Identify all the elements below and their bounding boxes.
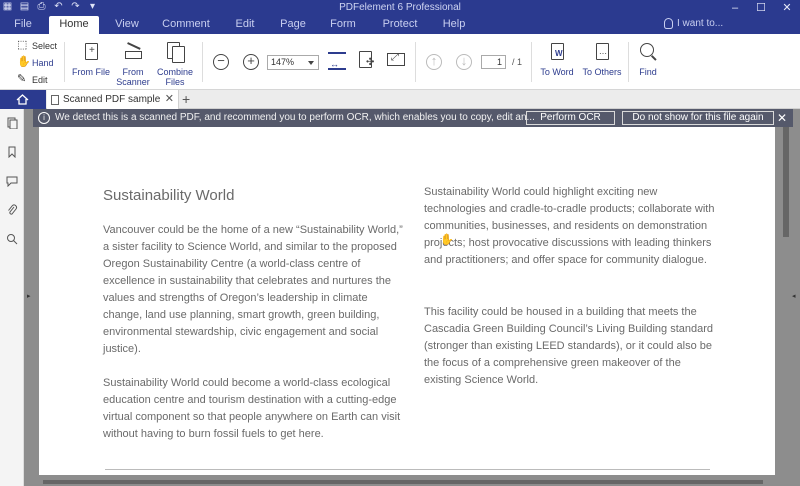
right-paragraph-1: Sustainability World could highlight exc… bbox=[424, 186, 715, 266]
ocr-notice-text: We detect this is a scanned PDF, and rec… bbox=[55, 112, 535, 123]
export-document-icon: ⋯ bbox=[591, 42, 613, 64]
fit-width-button[interactable]: ↔ bbox=[326, 50, 348, 75]
document-title: Sustainability World bbox=[103, 187, 235, 204]
zoom-in-button[interactable]: + bbox=[243, 54, 259, 70]
tab-page[interactable]: Page bbox=[276, 16, 310, 34]
page-number-input[interactable]: 1 bbox=[481, 55, 506, 69]
hand-cursor-icon: ✋ bbox=[440, 234, 454, 246]
to-others-label: To Others bbox=[582, 67, 622, 77]
search-panel-icon[interactable] bbox=[6, 233, 18, 245]
to-word-button[interactable]: W To Word bbox=[536, 42, 578, 77]
left-paragraph-2: Sustainability World could become a worl… bbox=[103, 377, 401, 440]
page-total: / 1 bbox=[512, 57, 523, 67]
pdf-file-icon bbox=[51, 95, 59, 105]
ribbon-divider bbox=[64, 42, 65, 82]
next-page-button[interactable]: ↓ bbox=[456, 54, 472, 70]
fit-page-icon: ✣ bbox=[355, 50, 377, 72]
tell-me-label: I want to... bbox=[677, 18, 724, 29]
tab-edit[interactable]: Edit bbox=[228, 16, 262, 34]
close-window-icon[interactable]: ✕ bbox=[774, 0, 800, 16]
find-label: Find bbox=[639, 67, 657, 77]
hand-mode-button[interactable]: ✋ Hand bbox=[17, 57, 54, 68]
tell-me-search[interactable]: I want to... bbox=[664, 18, 723, 29]
to-word-label: To Word bbox=[540, 67, 574, 77]
maximize-icon[interactable]: ☐ bbox=[748, 0, 774, 16]
new-file-icon: + bbox=[80, 42, 102, 64]
fit-width-icon: ↔ bbox=[326, 50, 348, 72]
home-icon bbox=[16, 94, 29, 105]
from-file-button[interactable]: + From File bbox=[71, 42, 111, 77]
expand-right-panel-icon[interactable]: ◂ bbox=[792, 292, 796, 300]
perform-ocr-button[interactable]: Perform OCR bbox=[526, 111, 615, 125]
tab-home[interactable]: Home bbox=[49, 16, 99, 34]
full-screen-icon: ⤢ bbox=[385, 50, 407, 72]
zoom-select[interactable]: 147% bbox=[267, 55, 319, 70]
close-notice-icon[interactable]: ✕ bbox=[777, 109, 787, 127]
page-divider-line bbox=[105, 469, 710, 470]
horizontal-scrollbar[interactable] bbox=[43, 480, 763, 484]
full-screen-button[interactable]: ⤢ bbox=[385, 50, 407, 75]
tab-view[interactable]: View bbox=[108, 16, 146, 34]
vertical-scrollbar[interactable] bbox=[783, 127, 789, 237]
minimize-icon[interactable]: – bbox=[722, 0, 748, 16]
hand-icon: ✋ bbox=[17, 56, 31, 68]
edit-label: Edit bbox=[32, 74, 48, 85]
thumbnails-icon[interactable] bbox=[6, 117, 18, 129]
ribbon-divider bbox=[628, 42, 629, 82]
info-icon: i bbox=[38, 112, 50, 124]
select-label: Select bbox=[32, 40, 58, 51]
tab-file[interactable]: File bbox=[6, 16, 40, 34]
scanner-icon bbox=[122, 42, 144, 64]
hand-label: Hand bbox=[32, 57, 54, 68]
combine-files-button[interactable]: Combine Files bbox=[156, 42, 194, 87]
home-tab[interactable] bbox=[0, 90, 46, 109]
comments-icon[interactable] bbox=[6, 175, 18, 187]
title-bar: ▦ ▤ ⎙ ↶ ↷ ▾ PDFelement 6 Professional – … bbox=[0, 0, 800, 16]
combine-files-label: Combine Files bbox=[156, 67, 194, 87]
left-paragraph-1: Vancouver could be the home of a new “Su… bbox=[103, 224, 403, 355]
tab-protect[interactable]: Protect bbox=[378, 16, 422, 34]
window-controls: – ☐ ✕ bbox=[722, 0, 800, 16]
lightbulb-icon bbox=[664, 18, 673, 29]
select-mode-button[interactable]: ⬚ Select bbox=[17, 40, 57, 51]
find-button[interactable]: Find bbox=[636, 42, 660, 77]
expand-left-panel-icon[interactable]: ▸ bbox=[27, 292, 31, 300]
window-title: PDFelement 6 Professional bbox=[339, 2, 461, 13]
ribbon-divider bbox=[531, 42, 532, 82]
tab-comment[interactable]: Comment bbox=[160, 16, 212, 34]
close-tab-icon[interactable]: ✕ bbox=[165, 90, 174, 109]
combine-files-icon bbox=[164, 42, 186, 64]
from-scanner-label: From Scanner bbox=[116, 67, 150, 87]
attachment-icon[interactable] bbox=[6, 204, 18, 216]
from-scanner-button[interactable]: From Scanner bbox=[114, 42, 152, 87]
zoom-out-button[interactable]: − bbox=[213, 54, 229, 70]
fit-page-button[interactable]: ✣ bbox=[355, 50, 377, 75]
previous-page-button[interactable]: ↑ bbox=[426, 54, 442, 70]
add-tab-button[interactable]: + bbox=[182, 91, 190, 107]
bookmark-icon[interactable] bbox=[6, 146, 18, 158]
edit-pencil-icon: ✎ bbox=[17, 73, 27, 85]
tab-form[interactable]: Form bbox=[326, 16, 360, 34]
right-paragraph-2: This facility could be housed in a build… bbox=[424, 306, 714, 386]
left-side-panel bbox=[0, 109, 24, 486]
word-document-icon: W bbox=[546, 42, 568, 64]
to-others-button[interactable]: ⋯ To Others bbox=[580, 42, 624, 77]
ribbon-toolbar: ⬚ Select ✋ Hand ✎ Edit + From File From … bbox=[0, 34, 800, 90]
document-tab-strip: Scanned PDF sample ✕ + bbox=[0, 90, 800, 109]
ribbon-divider bbox=[202, 42, 203, 82]
from-file-label: From File bbox=[72, 67, 110, 77]
search-icon bbox=[637, 42, 659, 64]
edit-mode-button[interactable]: ✎ Edit bbox=[17, 74, 48, 85]
tab-scanned-pdf-sample[interactable]: Scanned PDF sample ✕ bbox=[47, 90, 179, 109]
tab-title: Scanned PDF sample bbox=[63, 94, 161, 105]
do-not-show-button[interactable]: Do not show for this file again bbox=[622, 111, 774, 125]
ribbon-divider bbox=[415, 42, 416, 82]
select-cursor-icon: ⬚ bbox=[17, 39, 28, 51]
tab-help[interactable]: Help bbox=[437, 16, 471, 34]
menu-bar: File Home View Comment Edit Page Form Pr… bbox=[0, 16, 800, 34]
ocr-notice-bar: i We detect this is a scanned PDF, and r… bbox=[33, 109, 793, 127]
